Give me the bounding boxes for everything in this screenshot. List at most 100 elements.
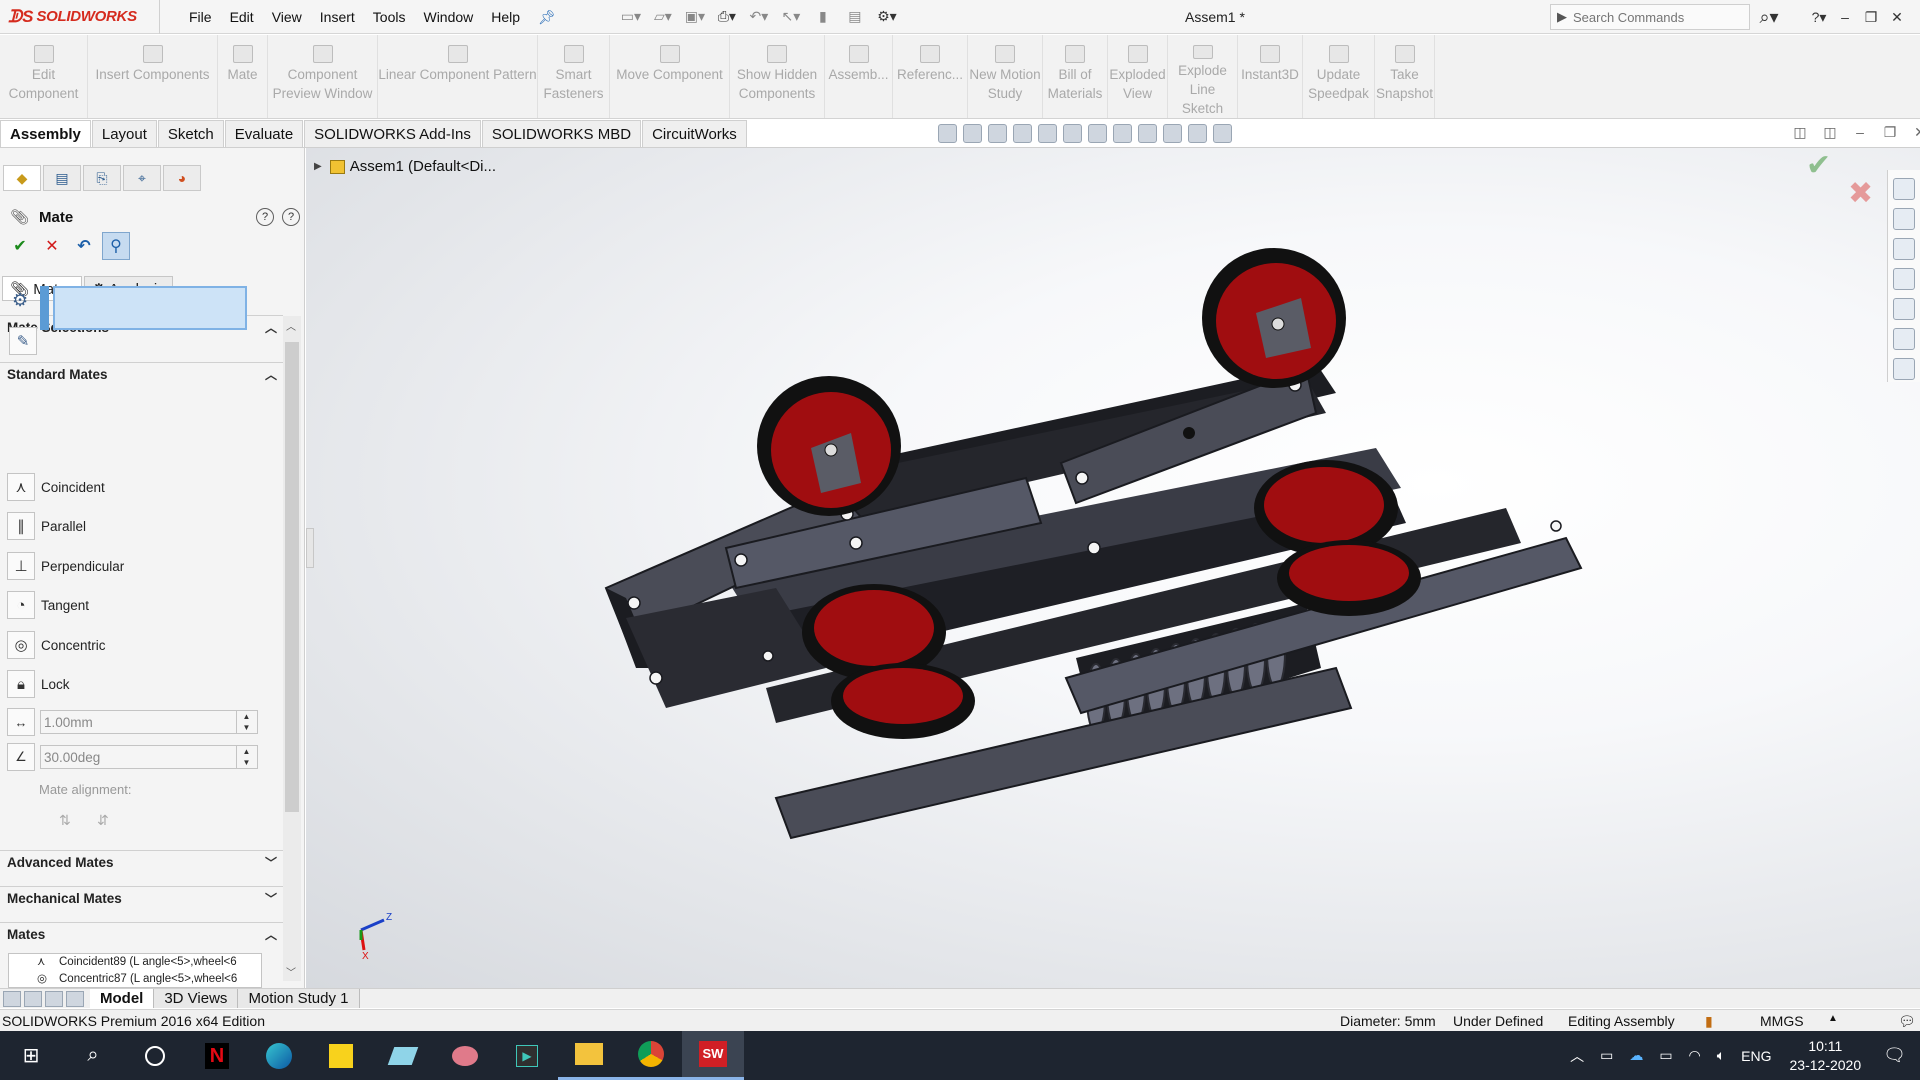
explode-line-sketch-button[interactable]: Explode Line Sketch (1168, 35, 1238, 118)
viewport-restore-button[interactable]: ❐ (1875, 124, 1905, 141)
restore-button[interactable]: ❐ (1858, 9, 1884, 26)
advanced-mates-header[interactable]: Advanced Mates ﹀ (0, 851, 283, 873)
quick-tips-icon[interactable]: 💬︎ (1898, 1013, 1916, 1030)
display-manager-tab-icon[interactable]: ◕ (163, 165, 201, 191)
file-explorer-app[interactable] (558, 1031, 620, 1080)
volume-icon[interactable]: 🔈︎ (1717, 1047, 1725, 1064)
prev-tab-icon[interactable] (24, 990, 42, 1007)
mate-button[interactable]: Mate (218, 35, 268, 118)
rebuild-icon[interactable]: ▮ (813, 8, 833, 26)
appearances-icon[interactable] (1893, 298, 1915, 320)
forum-icon[interactable] (1893, 358, 1915, 380)
entities-to-mate-box[interactable] (53, 286, 247, 330)
kinemaster-app[interactable]: ▶ (496, 1031, 558, 1080)
new-document-icon[interactable]: ▭▾ (621, 8, 641, 26)
input-language[interactable]: ENG (1741, 1048, 1771, 1064)
view-palette-icon[interactable] (1893, 268, 1915, 290)
anti-aligned-button[interactable]: ⇵ (97, 812, 119, 834)
feature-manager-tab-icon[interactable]: ◆ (3, 165, 41, 191)
insert-components-button[interactable]: Insert Components (88, 35, 218, 118)
select-icon[interactable]: ↖▾ (781, 8, 801, 26)
aligned-button[interactable]: ⇅ (59, 812, 81, 834)
tab-sketch[interactable]: Sketch (157, 120, 224, 147)
ink-app[interactable] (372, 1031, 434, 1080)
configuration-manager-tab-icon[interactable]: ⎘ (83, 165, 121, 191)
show-hidden-icons-icon[interactable]: ︿ (1570, 1046, 1584, 1066)
tab-motion-study-1[interactable]: Motion Study 1 (238, 989, 360, 1008)
task-view-button[interactable] (124, 1031, 186, 1080)
solidworks-resources-icon[interactable] (1893, 178, 1915, 200)
spin-arrows-icon[interactable]: ▲ ▼ (236, 746, 256, 768)
search-icon[interactable]: ⌕▾ (1752, 4, 1786, 30)
search-input[interactable] (1573, 9, 1733, 25)
menu-insert[interactable]: Insert (311, 0, 364, 34)
tab-evaluate[interactable]: Evaluate (224, 120, 304, 147)
tab-solidworks-mbd[interactable]: SOLIDWORKS MBD (481, 120, 642, 147)
open-folder-icon[interactable]: ▱▾ (653, 8, 673, 26)
help-icon[interactable]: ?▾ (1806, 9, 1832, 26)
mechanical-mates-header[interactable]: Mechanical Mates ﹀ (0, 887, 283, 909)
zoom-to-area-icon[interactable] (963, 124, 982, 143)
chevron-down-icon[interactable]: ﹀ (265, 890, 277, 907)
units-arrow-icon[interactable]: ▲ (1828, 1013, 1838, 1024)
zoom-to-fit-icon[interactable] (938, 124, 957, 143)
help-icon[interactable]: ? (282, 208, 300, 226)
multi-mate-mode-icon[interactable]: ✎ (9, 327, 37, 355)
section-view-icon[interactable] (1013, 124, 1032, 143)
options-gear-icon[interactable]: ⚙▾ (877, 8, 897, 26)
snip-sketch-app[interactable] (434, 1031, 496, 1080)
tab-solidworks-add-ins[interactable]: SOLIDWORKS Add-Ins (304, 120, 481, 147)
mates-header[interactable]: Mates ︿ (0, 923, 283, 945)
tab-3d-views[interactable]: 3D Views (154, 989, 239, 1008)
list-item[interactable]: ◎ Concentric87 (L angle<5>,wheel<6 (9, 971, 261, 987)
smart-fasteners-button[interactable]: Smart Fasteners (538, 35, 610, 118)
hide-show-items-icon[interactable] (1113, 124, 1132, 143)
display-monitor-icon[interactable] (1213, 124, 1232, 143)
minimize-button[interactable]: – (1832, 9, 1858, 25)
viewport-minimize-button[interactable]: – (1845, 124, 1875, 141)
angle-icon[interactable]: ∠ (7, 743, 35, 771)
distance-field[interactable] (41, 714, 236, 730)
onedrive-icon[interactable]: ☁ (1629, 1047, 1643, 1064)
whats-wrong-help-icon[interactable]: ? (256, 208, 274, 226)
rebuild-indicator-icon[interactable]: ▮ (1705, 1013, 1713, 1030)
show-hidden-components-button[interactable]: Show Hidden Components (730, 35, 825, 118)
distance-icon[interactable]: ↔ (7, 708, 35, 736)
scroll-up-icon[interactable]: ︿ (286, 318, 296, 333)
move-component-button[interactable]: Move Component (610, 35, 730, 118)
save-icon[interactable]: ▣▾ (685, 8, 705, 26)
scroll-down-icon[interactable]: ﹀ (286, 964, 296, 979)
notifications-icon[interactable]: 🗨︎ (1883, 1045, 1906, 1066)
solidworks-logo[interactable]: ᗫS SOLIDWORKS (0, 0, 160, 34)
menu-file[interactable]: File (180, 0, 221, 34)
last-tab-icon[interactable] (66, 990, 84, 1007)
custom-properties-icon[interactable] (1893, 328, 1915, 350)
linear-component-pattern-button[interactable]: Linear Component Pattern (378, 35, 538, 118)
menu-view[interactable]: View (263, 0, 311, 34)
meet-now-icon[interactable]: ▭ (1600, 1047, 1613, 1064)
bill-of-materials-button[interactable]: Bill of Materials (1043, 35, 1108, 118)
dynamic-annotation-icon[interactable] (1038, 124, 1057, 143)
undo-button[interactable]: ↶ (70, 232, 98, 260)
new-motion-study-button[interactable]: New Motion Study (968, 35, 1043, 118)
dimxpert-manager-tab-icon[interactable]: ⌖ (123, 165, 161, 191)
component-preview-window-button[interactable]: Component Preview Window (268, 35, 378, 118)
design-library-icon[interactable] (1893, 208, 1915, 230)
start-button[interactable]: ⊞ (0, 1031, 62, 1080)
file-explorer-icon[interactable] (1893, 238, 1915, 260)
sticky-notes-app[interactable] (310, 1031, 372, 1080)
next-tab-icon[interactable] (45, 990, 63, 1007)
apply-scene-icon[interactable] (1163, 124, 1182, 143)
tab-assembly[interactable]: Assembly (0, 120, 91, 147)
cancel-button[interactable]: ✕ (38, 232, 66, 260)
edit-component-button[interactable]: Edit Component (0, 35, 88, 118)
tab-circuitworks[interactable]: CircuitWorks (642, 120, 747, 147)
tile-left-icon[interactable]: ◫ (1785, 124, 1815, 141)
solidworks-app[interactable]: SW (682, 1031, 744, 1080)
standard-mates-header[interactable]: Standard Mates ︿ (0, 363, 283, 385)
display-style-icon[interactable] (1088, 124, 1107, 143)
menu-window[interactable]: Window (414, 0, 482, 34)
keep-visible-pin-button[interactable]: ⚲ (102, 232, 130, 260)
update-speedpak-button[interactable]: Update Speedpak (1303, 35, 1375, 118)
units-selector[interactable]: MMGS (1760, 1013, 1804, 1029)
